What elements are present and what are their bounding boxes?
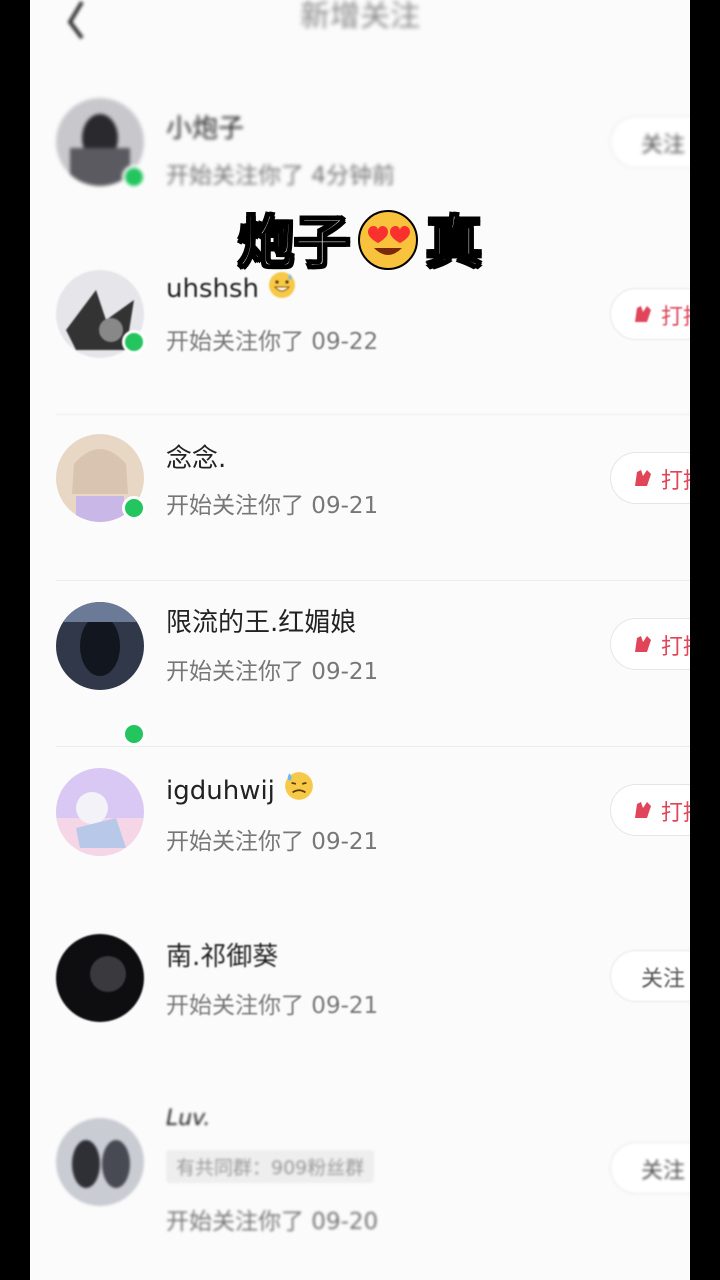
- follower-name: 小炮子: [166, 114, 245, 144]
- heart-eyes-emoji-icon: [358, 210, 418, 270]
- avatar[interactable]: [56, 1118, 144, 1206]
- say-hi-button[interactable]: 打招呼: [610, 452, 690, 504]
- mutual-group-tag: 有共同群：909粉丝群: [166, 1150, 375, 1183]
- wave-hand-icon: [635, 470, 651, 486]
- follow-back-button[interactable]: 关注: [610, 116, 690, 168]
- row-divider: [56, 414, 690, 415]
- button-label: 关注: [641, 1159, 686, 1184]
- avatar[interactable]: [56, 934, 144, 1022]
- follower-name: Luv.: [166, 1106, 211, 1131]
- list-item[interactable]: igduhwij 开始关注你了 09-21 打招呼: [30, 748, 690, 914]
- follow-time: 开始关注你了 09-21: [166, 659, 379, 685]
- follow-back-button[interactable]: 关注: [610, 950, 690, 1002]
- say-hi-button[interactable]: 打招呼: [610, 618, 690, 670]
- follower-name: igduhwij: [166, 770, 315, 806]
- list-item[interactable]: 南.祁御葵 开始关注你了 09-21 关注: [30, 914, 690, 1080]
- follow-time: 开始关注你了 09-20: [166, 1209, 379, 1235]
- follower-name: 南.祁御葵: [166, 942, 279, 972]
- caption-text-right: 真: [425, 210, 483, 277]
- button-label: 关注: [641, 133, 686, 158]
- button-label: 打招呼: [661, 469, 690, 494]
- online-status-dot: [122, 165, 146, 189]
- follower-name: 限流的王.红媚娘: [166, 608, 357, 638]
- avatar[interactable]: [56, 602, 144, 690]
- wave-hand-icon: [635, 636, 651, 652]
- say-hi-button[interactable]: 打招呼: [610, 288, 690, 340]
- button-label: 打招呼: [661, 801, 690, 826]
- video-caption: 炮子 真: [0, 198, 720, 279]
- page-title: 新增关注: [300, 0, 420, 34]
- follow-time: 开始关注你了 09-21: [166, 493, 379, 519]
- button-label: 打招呼: [661, 305, 690, 330]
- button-label: 打招呼: [661, 635, 690, 660]
- online-status-dot: [122, 496, 146, 520]
- wave-hand-icon: [635, 802, 651, 818]
- follow-time: 开始关注你了 09-22: [166, 329, 379, 355]
- list-item[interactable]: 念念. 开始关注你了 09-21 打招呼: [30, 416, 690, 582]
- phone-screen: 新增关注 小炮子 开始关注你了 4分钟前 关注 uhshsh 开始关注你了 09…: [30, 0, 690, 1280]
- row-divider: [56, 746, 690, 747]
- wave-hand-icon: [635, 306, 651, 322]
- caption-text-left: 炮子: [237, 210, 351, 277]
- name-text: igduhwij: [166, 776, 275, 806]
- avatar[interactable]: [56, 768, 144, 856]
- follow-time: 开始关注你了 4分钟前: [166, 163, 395, 189]
- row-divider: [56, 580, 690, 581]
- say-hi-button[interactable]: 打招呼: [610, 784, 690, 836]
- follow-time: 开始关注你了 09-21: [166, 993, 379, 1019]
- list-item[interactable]: 限流的王.红媚娘 开始关注你了 09-21 打招呼: [30, 582, 690, 748]
- button-label: 关注: [641, 967, 686, 992]
- top-bar: 新增关注: [30, 0, 690, 60]
- downcast-sweat-icon: [285, 772, 314, 800]
- follow-time: 开始关注你了 09-21: [166, 829, 379, 855]
- list-item[interactable]: Luv. 有共同群：909粉丝群 开始关注你了 09-20 关注: [30, 1090, 690, 1270]
- follow-back-button[interactable]: 关注: [610, 1142, 690, 1194]
- follower-name: 念念.: [166, 444, 227, 474]
- online-status-dot: [122, 722, 146, 746]
- online-status-dot: [122, 330, 146, 354]
